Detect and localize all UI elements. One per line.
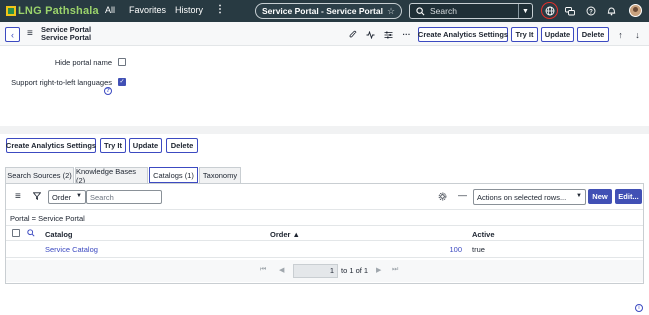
search-field-select[interactable]: Order ▼ bbox=[48, 190, 86, 204]
more-options-icon[interactable]: ··· bbox=[401, 29, 412, 40]
tab-catalogs[interactable]: Catalogs (1) bbox=[149, 167, 198, 183]
pagination: ⏮ ◀ 1 to 1 of 1 ▶ ⏭ bbox=[6, 260, 643, 282]
favorite-star-icon[interactable]: ☆ bbox=[387, 6, 395, 17]
edit-button[interactable]: Edit... bbox=[615, 189, 642, 204]
svg-text:?: ? bbox=[589, 9, 593, 15]
catalogs-related-list: ≡ Order ▼ Search — Actions on selected r… bbox=[5, 183, 644, 284]
tab-search-sources[interactable]: Search Sources (2) bbox=[5, 167, 74, 183]
brand-logo[interactable]: LNG Pathshala bbox=[6, 4, 99, 18]
page-title-line2: Service Portal bbox=[41, 33, 92, 42]
globe-icon[interactable] bbox=[541, 2, 558, 19]
search-field-select-value: Order bbox=[52, 192, 72, 202]
tab-knowledge-bases[interactable]: Knowledge Bases (2) bbox=[75, 167, 148, 185]
chat-icon[interactable] bbox=[563, 4, 577, 18]
column-header-active[interactable]: Active bbox=[472, 230, 495, 239]
list-search-placeholder: Search bbox=[90, 192, 114, 202]
next-page-icon[interactable]: ▶ bbox=[376, 266, 381, 274]
list-breadcrumb[interactable]: Portal = Service Portal bbox=[10, 214, 85, 223]
column-header-catalog[interactable]: Catalog bbox=[45, 230, 73, 239]
brand-name: LNG Pathshala bbox=[18, 5, 99, 17]
form-menu-icon[interactable]: ≡ bbox=[27, 28, 33, 39]
context-pill[interactable]: Service Portal - Service Portal ☆ bbox=[255, 3, 402, 19]
create-analytics-settings-button[interactable]: Create Analytics Settings bbox=[418, 27, 508, 42]
nav-more-icon[interactable]: ⋮ bbox=[215, 4, 225, 15]
update-button[interactable]: Update bbox=[541, 27, 574, 42]
nav-favorites[interactable]: Favorites bbox=[129, 5, 166, 15]
list-settings-gear-icon[interactable] bbox=[438, 192, 447, 203]
top-banner: LNG Pathshala All Favorites History ⋮ Se… bbox=[0, 0, 649, 22]
try-it-button-bottom[interactable]: Try It bbox=[100, 138, 126, 153]
catalog-cell[interactable]: Service Catalog bbox=[45, 245, 98, 254]
actions-select-value: Actions on selected rows... bbox=[477, 192, 567, 202]
first-page-icon[interactable]: ⏮ bbox=[260, 266, 266, 274]
chevron-down-icon: ▼ bbox=[76, 193, 82, 199]
try-it-button[interactable]: Try It bbox=[511, 27, 538, 42]
column-header-row: Catalog Order ▲ Active bbox=[6, 225, 643, 241]
attachment-icon[interactable] bbox=[347, 29, 358, 40]
back-button[interactable]: ‹ bbox=[5, 27, 20, 42]
field-help-icon[interactable]: ? bbox=[104, 87, 112, 95]
global-search-placeholder: Search bbox=[430, 6, 457, 16]
page-number-input[interactable]: 1 bbox=[293, 264, 338, 278]
actions-select[interactable]: Actions on selected rows... ▼ bbox=[473, 189, 586, 205]
update-button-bottom[interactable]: Update bbox=[129, 138, 162, 153]
arrow-down-icon[interactable]: ↓ bbox=[632, 29, 643, 40]
list-menu-icon[interactable]: ≡ bbox=[15, 191, 21, 202]
list-toolbar: ≡ Order ▼ Search — Actions on selected r… bbox=[6, 184, 643, 210]
active-cell: true bbox=[472, 245, 485, 254]
hide-portal-name-label: Hide portal name bbox=[54, 58, 112, 67]
chevron-down-icon: ▼ bbox=[576, 193, 582, 199]
select-all-checkbox[interactable] bbox=[12, 229, 20, 237]
delete-button-bottom[interactable]: Delete bbox=[166, 138, 198, 153]
search-dropdown-icon[interactable]: ▼ bbox=[518, 4, 532, 18]
chevron-left-icon: ‹ bbox=[11, 29, 14, 40]
column-header-order[interactable]: Order ▲ bbox=[270, 230, 300, 239]
page-title: Service Portal Service Portal bbox=[41, 26, 91, 42]
order-cell[interactable]: 100 bbox=[426, 245, 462, 254]
collapse-icon[interactable]: — bbox=[458, 190, 467, 200]
tab-taxonomy[interactable]: Taxonomy bbox=[199, 167, 241, 183]
hide-portal-name-checkbox[interactable] bbox=[118, 58, 126, 66]
global-search[interactable]: Search ▼ bbox=[409, 3, 533, 19]
rtl-languages-label: Support right-to-left languages bbox=[11, 78, 112, 87]
search-icon bbox=[410, 6, 430, 16]
form-header: ‹ ≡ Service Portal Service Portal ··· Cr… bbox=[0, 22, 649, 46]
help-icon[interactable]: ? bbox=[584, 4, 598, 18]
list-search-input[interactable]: Search bbox=[86, 190, 162, 204]
delete-button[interactable]: Delete bbox=[577, 27, 609, 42]
nav-history[interactable]: History bbox=[175, 5, 203, 15]
logo-mark-icon bbox=[6, 6, 16, 16]
info-icon[interactable]: i bbox=[635, 304, 643, 312]
notifications-bell-icon[interactable] bbox=[604, 4, 618, 18]
activity-icon[interactable] bbox=[365, 29, 376, 40]
page-range-text: to 1 of 1 bbox=[341, 266, 369, 275]
context-pill-label: Service Portal - Service Portal bbox=[261, 6, 383, 16]
settings-sliders-icon[interactable] bbox=[383, 29, 394, 40]
arrow-up-icon[interactable]: ↑ bbox=[615, 29, 626, 40]
new-button[interactable]: New bbox=[588, 189, 612, 204]
column-search-icon[interactable] bbox=[27, 229, 35, 239]
previous-page-icon[interactable]: ◀ bbox=[279, 266, 284, 274]
last-page-icon[interactable]: ⏭ bbox=[392, 266, 398, 274]
filter-icon[interactable] bbox=[32, 192, 42, 202]
rtl-languages-checkbox[interactable]: ✓ bbox=[118, 78, 126, 86]
user-avatar[interactable] bbox=[629, 4, 642, 17]
section-divider bbox=[0, 126, 649, 134]
table-row: Service Catalog 100 true bbox=[6, 241, 643, 258]
create-analytics-settings-button-bottom[interactable]: Create Analytics Settings bbox=[6, 138, 96, 153]
nav-all[interactable]: All bbox=[105, 5, 115, 15]
